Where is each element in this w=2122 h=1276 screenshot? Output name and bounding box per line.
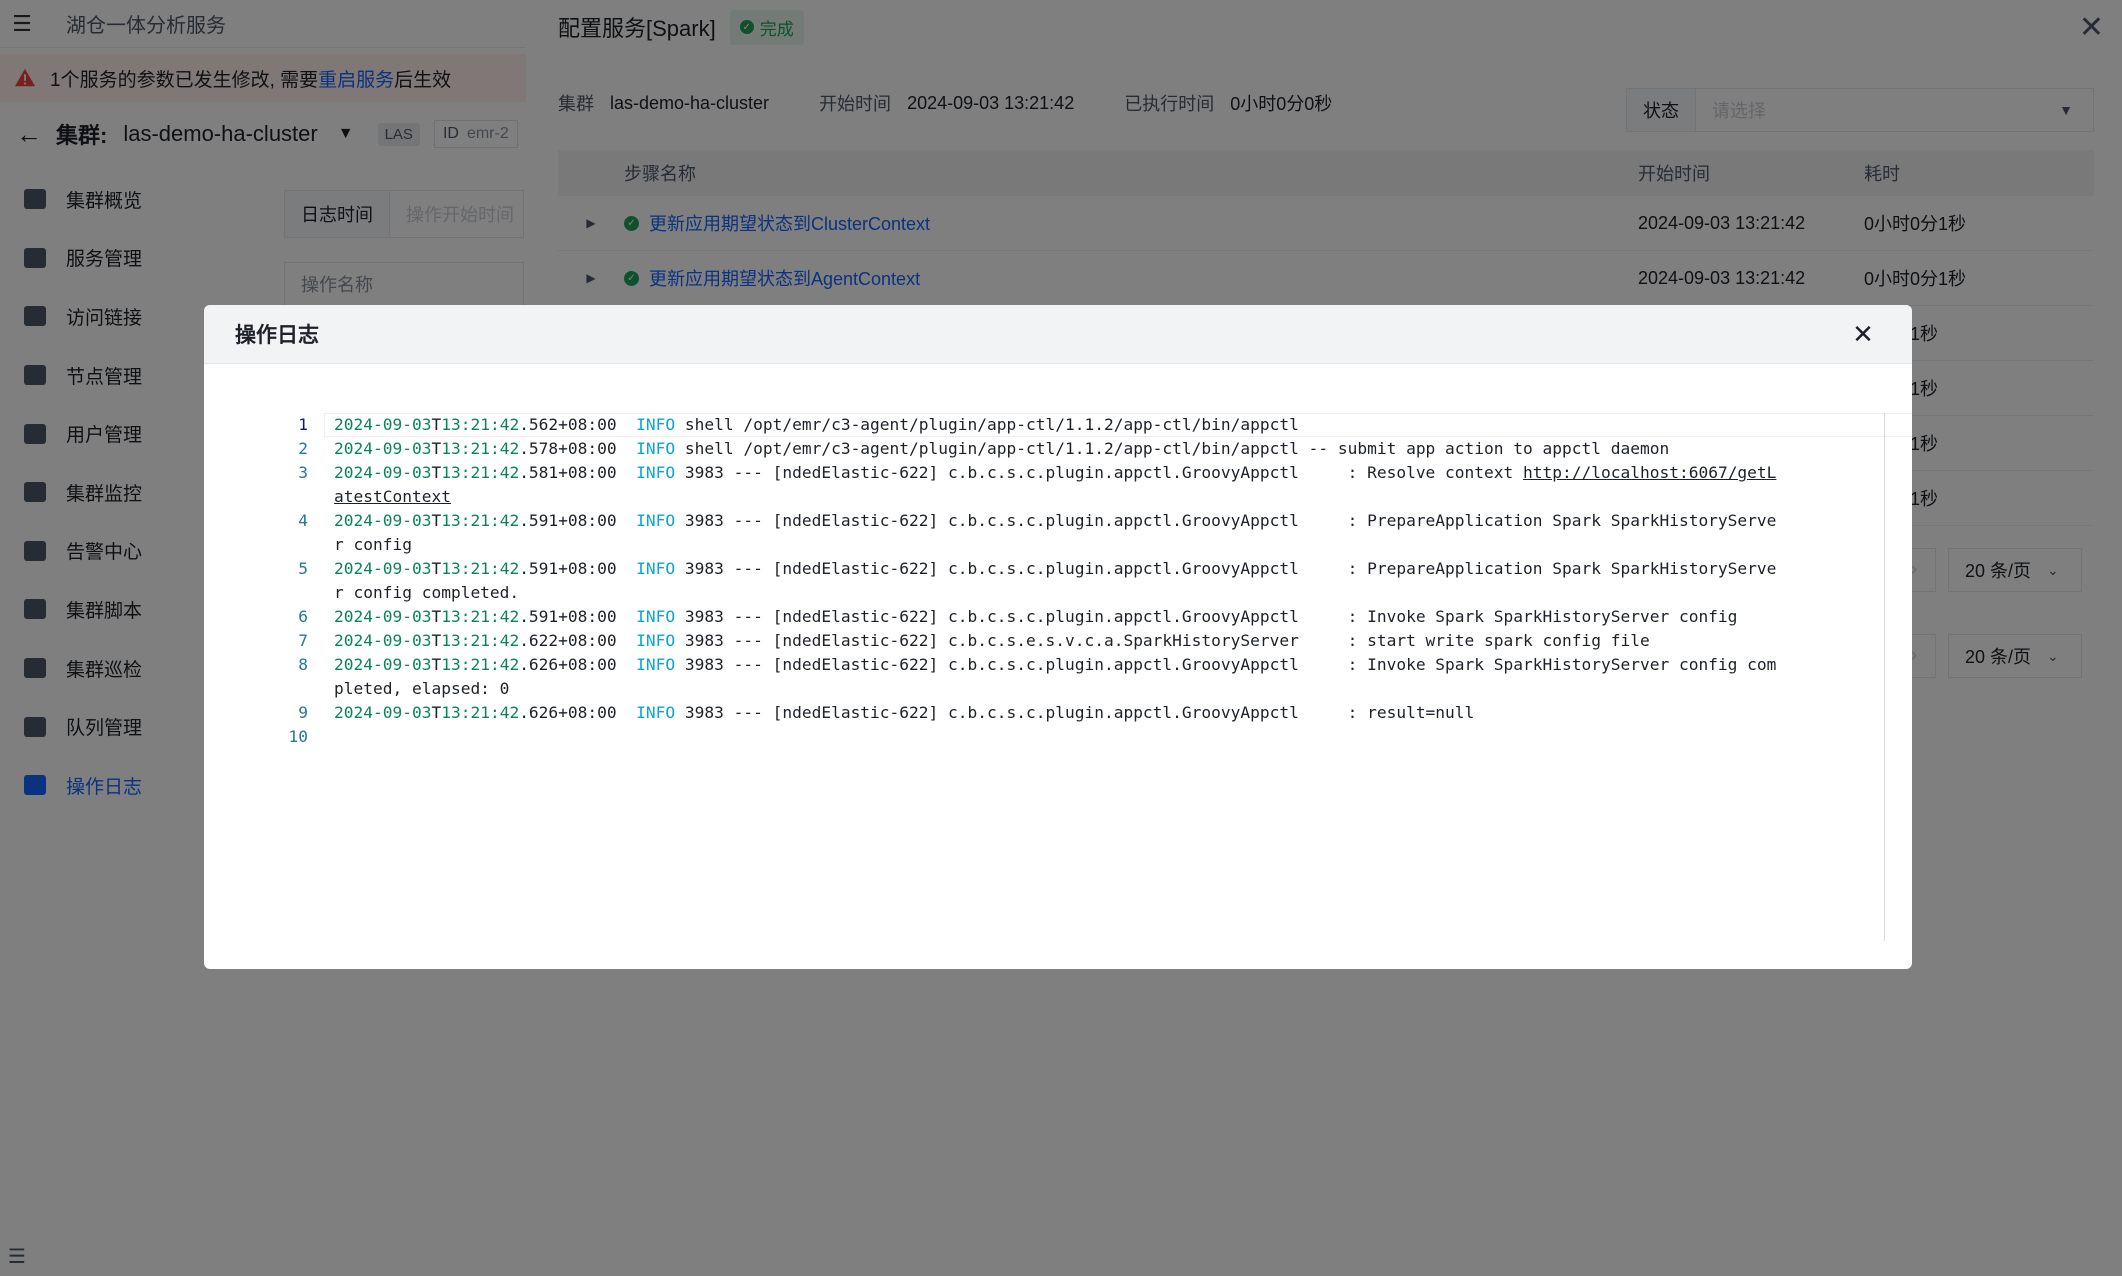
log-timestamp-time: 13:21:42 <box>441 511 520 530</box>
log-timestamp-t: T <box>431 511 442 530</box>
modal-title: 操作日志 <box>235 324 319 347</box>
log-timestamp-t: T <box>431 631 442 650</box>
log-level: INFO <box>636 415 676 434</box>
line-number: 9 <box>298 703 308 722</box>
log-timestamp-t: T <box>431 439 442 458</box>
log-lines: 1 2024-09-03T13:21:42.562+08:00 INFO shel… <box>248 413 1784 749</box>
line-number: 3 <box>298 463 308 482</box>
log-message: 3983 --- [ndedElastic-622] c.b.c.s.c.plu… <box>675 607 1738 626</box>
log-level: INFO <box>636 655 676 674</box>
log-timestamp-date: 2024-09-03 <box>334 439 432 458</box>
log-timestamp-time: 13:21:42 <box>441 607 520 626</box>
log-timestamp-date: 2024-09-03 <box>334 655 432 674</box>
code-ruler <box>1884 413 1885 941</box>
log-timestamp-time: 13:21:42 <box>441 631 520 650</box>
log-line: 3 2024-09-03T13:21:42.581+08:00 INFO 3983… <box>248 461 1784 509</box>
log-timestamp-time: 13:21:42 <box>441 415 520 434</box>
modal-header: 操作日志 ✕ <box>204 305 1912 364</box>
line-number: 5 <box>298 559 308 578</box>
log-timestamp-t: T <box>431 559 442 578</box>
line-number: 8 <box>298 655 308 674</box>
log-level: INFO <box>636 463 676 482</box>
log-text: 2024-09-03T13:21:42.591+08:00 INFO 3983 … <box>334 605 1784 629</box>
log-text: 2024-09-03T13:21:42.581+08:00 INFO 3983 … <box>334 461 1784 509</box>
log-level: INFO <box>636 439 676 458</box>
log-timestamp-t: T <box>431 655 442 674</box>
log-text: 2024-09-03T13:21:42.591+08:00 INFO 3983 … <box>334 509 1784 557</box>
log-text: 2024-09-03T13:21:42.562+08:00 INFO shell… <box>334 413 1784 437</box>
log-level: INFO <box>636 607 676 626</box>
log-line: 1 2024-09-03T13:21:42.562+08:00 INFO shel… <box>248 413 1784 437</box>
log-timestamp-t: T <box>431 607 442 626</box>
log-timestamp-date: 2024-09-03 <box>334 703 432 722</box>
log-timestamp-time: 13:21:42 <box>441 439 520 458</box>
log-timestamp-rest: .578+08:00 <box>519 439 617 458</box>
log-timestamp-date: 2024-09-03 <box>334 559 432 578</box>
line-number: 1 <box>298 415 308 434</box>
close-icon[interactable]: ✕ <box>1848 319 1878 349</box>
log-message: 3983 --- [ndedElastic-622] c.b.c.s.c.plu… <box>675 703 1475 722</box>
log-line: 10 <box>248 725 1784 749</box>
log-timestamp-rest: .591+08:00 <box>519 511 617 530</box>
log-message: 3983 --- [ndedElastic-622] c.b.c.s.c.plu… <box>675 463 1524 482</box>
log-timestamp-rest: .591+08:00 <box>519 607 617 626</box>
log-timestamp-date: 2024-09-03 <box>334 631 432 650</box>
log-timestamp-rest: .626+08:00 <box>519 703 617 722</box>
log-timestamp-date: 2024-09-03 <box>334 511 432 530</box>
log-line: 8 2024-09-03T13:21:42.626+08:00 INFO 3983… <box>248 653 1784 701</box>
log-timestamp-time: 13:21:42 <box>441 655 520 674</box>
line-number: 10 <box>288 727 309 746</box>
line-number: 7 <box>298 631 308 650</box>
log-line: 5 2024-09-03T13:21:42.591+08:00 INFO 3983… <box>248 557 1784 605</box>
log-text: 2024-09-03T13:21:42.578+08:00 INFO shell… <box>334 437 1784 461</box>
log-timestamp-time: 13:21:42 <box>441 559 520 578</box>
log-timestamp-t: T <box>431 703 442 722</box>
log-level: INFO <box>636 703 676 722</box>
log-timestamp-time: 13:21:42 <box>441 703 520 722</box>
log-line: 4 2024-09-03T13:21:42.591+08:00 INFO 3983… <box>248 509 1784 557</box>
log-text: 2024-09-03T13:21:42.626+08:00 INFO 3983 … <box>334 653 1784 701</box>
log-timestamp-time: 13:21:42 <box>441 463 520 482</box>
log-text: 2024-09-03T13:21:42.591+08:00 INFO 3983 … <box>334 557 1784 605</box>
log-timestamp-rest: .591+08:00 <box>519 559 617 578</box>
log-message: shell /opt/emr/c3-agent/plugin/app-ctl/1… <box>675 415 1299 434</box>
operation-log-modal: 操作日志 ✕ 1 2024-09-03T13:21:42.562+08:00 IN… <box>204 305 1912 969</box>
log-timestamp-rest: .581+08:00 <box>519 463 617 482</box>
log-text: 2024-09-03T13:21:42.626+08:00 INFO 3983 … <box>334 701 1784 725</box>
log-line: 2 2024-09-03T13:21:42.578+08:00 INFO shel… <box>248 437 1784 461</box>
log-message: 3983 --- [ndedElastic-622] c.b.c.s.e.s.v… <box>675 631 1650 650</box>
log-timestamp-rest: .626+08:00 <box>519 655 617 674</box>
log-line: 9 2024-09-03T13:21:42.626+08:00 INFO 3983… <box>248 701 1784 725</box>
line-number: 6 <box>298 607 308 626</box>
log-timestamp-rest: .622+08:00 <box>519 631 617 650</box>
log-line: 7 2024-09-03T13:21:42.622+08:00 INFO 3983… <box>248 629 1784 653</box>
log-code-viewer[interactable]: 1 2024-09-03T13:21:42.562+08:00 INFO shel… <box>248 413 1912 941</box>
log-level: INFO <box>636 511 676 530</box>
log-message: shell /opt/emr/c3-agent/plugin/app-ctl/1… <box>675 439 1670 458</box>
log-timestamp-date: 2024-09-03 <box>334 415 432 434</box>
log-timestamp-rest: .562+08:00 <box>519 415 617 434</box>
log-text: 2024-09-03T13:21:42.622+08:00 INFO 3983 … <box>334 629 1784 653</box>
log-timestamp-date: 2024-09-03 <box>334 607 432 626</box>
log-line: 6 2024-09-03T13:21:42.591+08:00 INFO 3983… <box>248 605 1784 629</box>
line-number: 4 <box>298 511 308 530</box>
log-timestamp-t: T <box>431 463 442 482</box>
log-level: INFO <box>636 559 676 578</box>
line-number: 2 <box>298 439 308 458</box>
log-timestamp-t: T <box>431 415 442 434</box>
log-timestamp-date: 2024-09-03 <box>334 463 432 482</box>
log-level: INFO <box>636 631 676 650</box>
